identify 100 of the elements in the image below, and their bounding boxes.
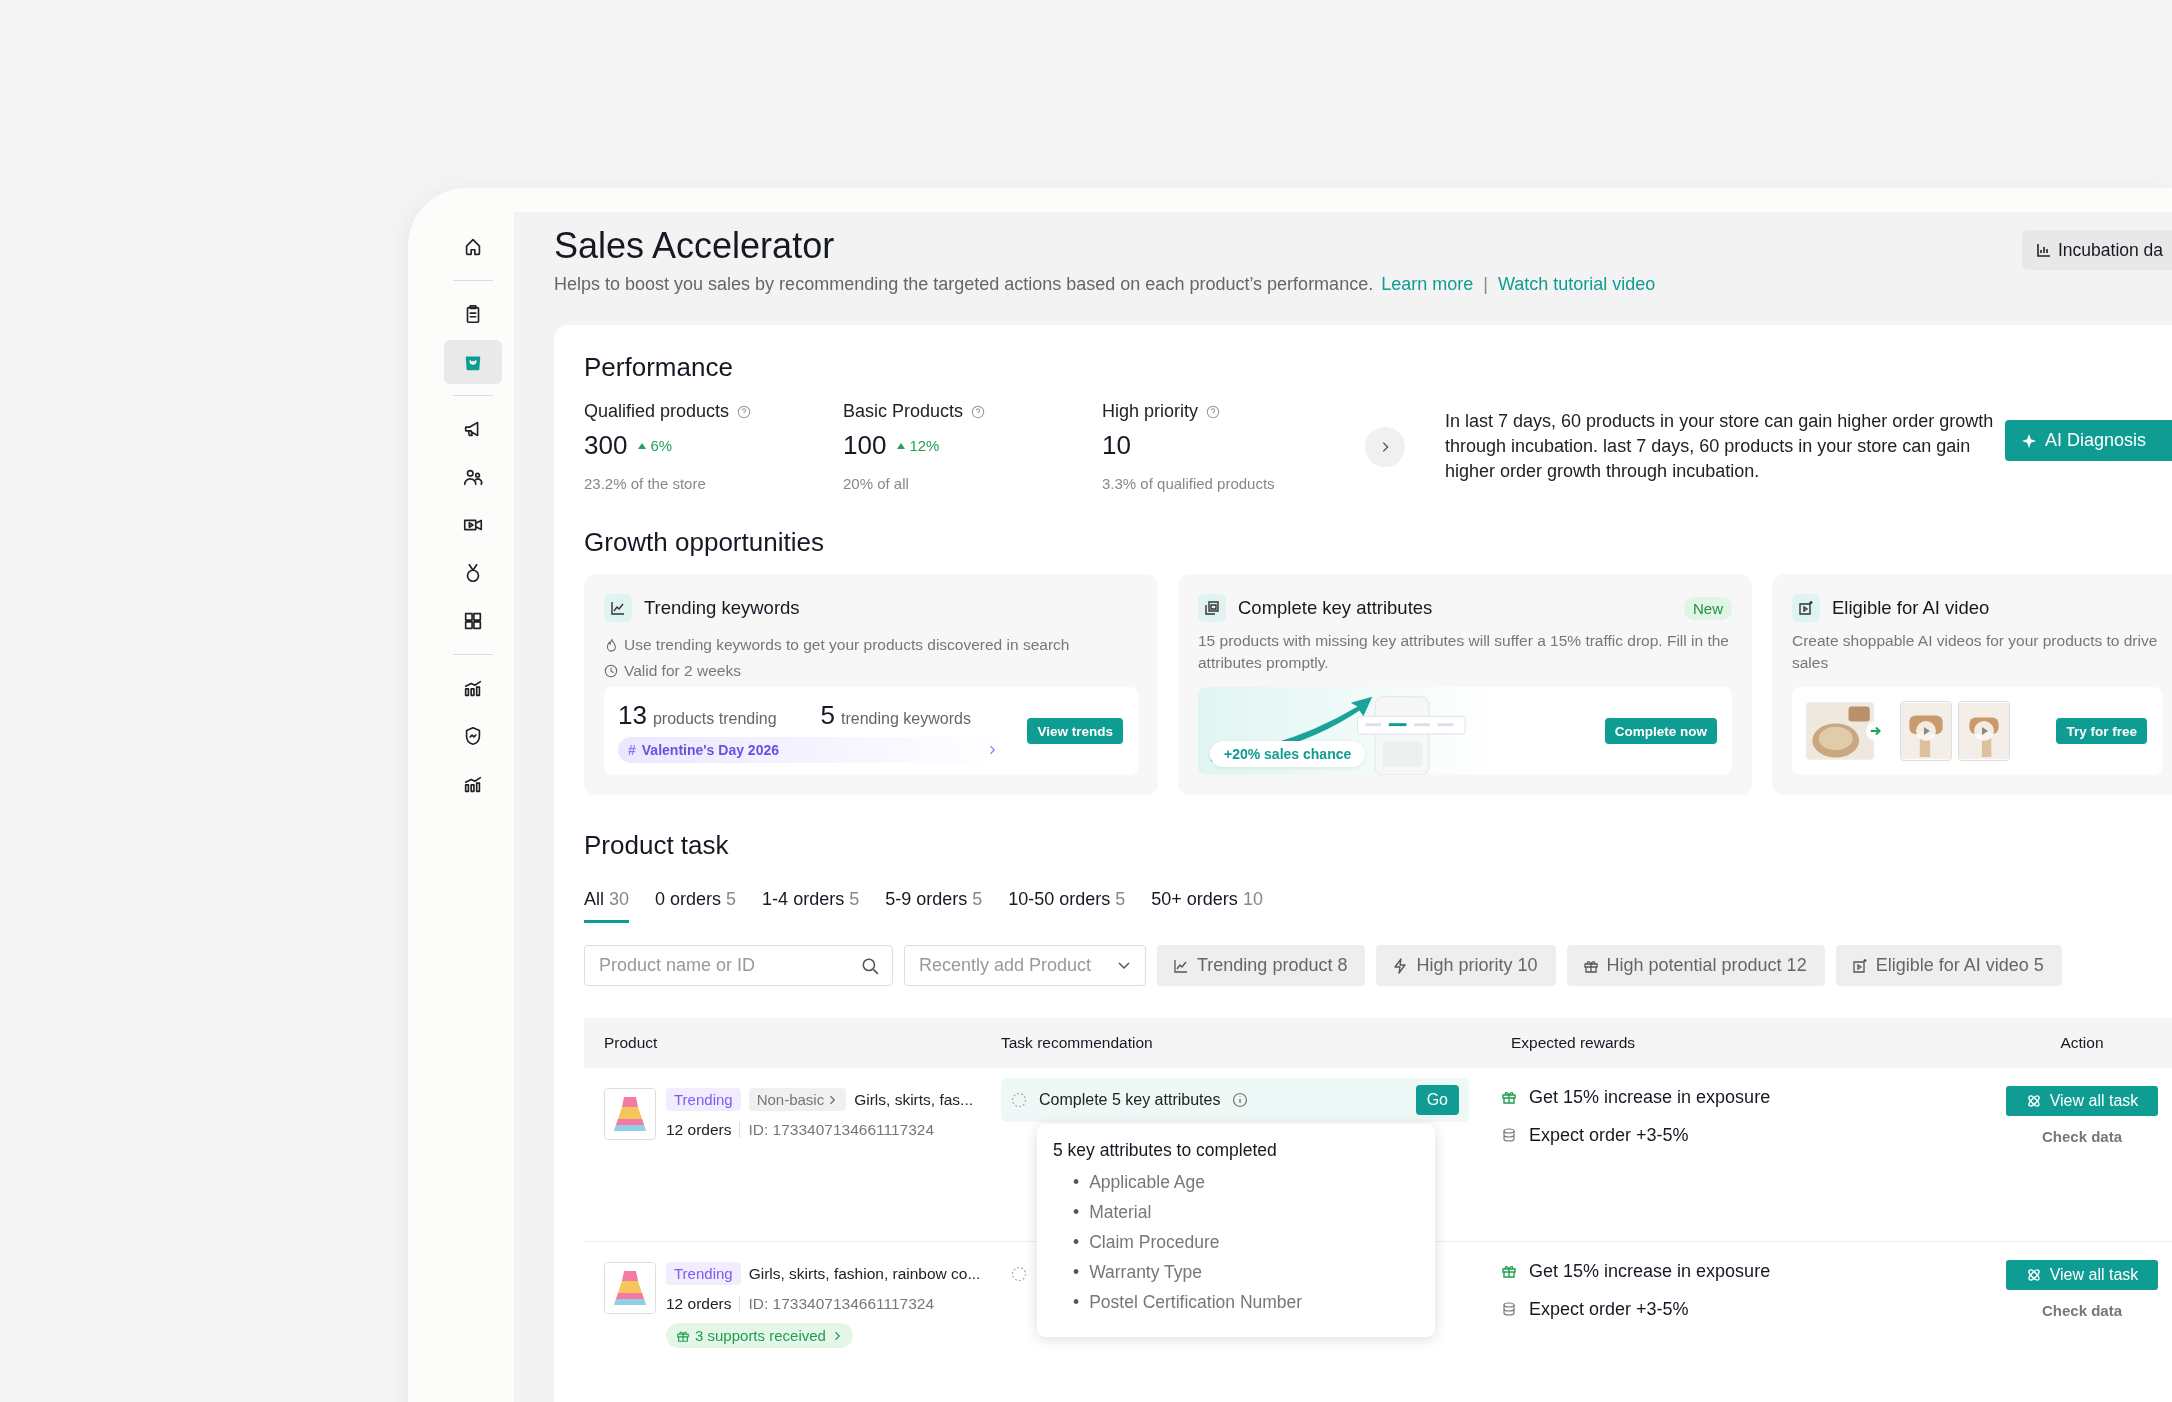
section-title: Product task: [584, 829, 730, 862]
metric-label: Basic Products: [843, 401, 964, 422]
metric-label: High priority: [1102, 401, 1199, 422]
metric-change: 6%: [650, 437, 673, 454]
gift-icon: [1501, 1089, 1517, 1105]
tooltip-title: 5 key attributes to completed: [1053, 1140, 1278, 1161]
card-note: Valid for 2 weeks: [624, 661, 741, 681]
card-note: Use trending keywords to get your products discovered in search: [624, 635, 1070, 655]
attribute-item: Warranty Type: [1089, 1261, 1202, 1284]
coins-icon: [1501, 1127, 1517, 1143]
view-all-task-button[interactable]: View all task: [2005, 1260, 2159, 1290]
help-icon[interactable]: [1206, 404, 1221, 419]
stat-value: 5: [820, 699, 836, 730]
go-button[interactable]: Go: [1415, 1085, 1459, 1115]
grid-icon: [462, 610, 484, 632]
bullet: •: [1073, 1291, 1080, 1314]
attribute-item: Postel Certification Number: [1089, 1291, 1303, 1314]
order-tab[interactable]: 50+ orders 10: [1151, 883, 1263, 923]
metric-value: 100: [843, 430, 887, 461]
column-header: Task recommendation: [1001, 1034, 1154, 1052]
incubation-button[interactable]: Incubation da: [2022, 230, 2172, 270]
tutorial-link[interactable]: Watch tutorial video: [1497, 274, 1656, 295]
video-icon: [1851, 957, 1868, 974]
reward-text: Expect order +3-5%: [1529, 1124, 1689, 1146]
order-tab[interactable]: 5-9 orders 5: [885, 883, 983, 923]
order-count: 12 orders: [666, 1295, 732, 1313]
attribute-item: Claim Procedure: [1089, 1231, 1220, 1254]
complete-now-button[interactable]: Complete now: [1604, 718, 1717, 744]
card-title: Eligible for AI video: [1832, 597, 1990, 619]
filter-chip[interactable]: Eligible for AI video 5: [1835, 945, 2062, 986]
metric-change: 12%: [909, 437, 940, 454]
metric-note: 3.3% of qualified products: [1102, 475, 1276, 492]
order-count: 12 orders: [666, 1121, 732, 1139]
play-icon[interactable]: [1974, 721, 1994, 741]
metric-value: 10: [1102, 430, 1131, 461]
column-header: Product: [603, 1034, 659, 1052]
stat-label: trending keywords: [841, 709, 971, 727]
order-tab[interactable]: 1-4 orders 5: [762, 883, 860, 923]
order-tab[interactable]: 10-50 orders 5: [1008, 883, 1126, 923]
card-title: Complete key attributes: [1238, 597, 1433, 619]
search-icon[interactable]: [861, 957, 879, 975]
column-header: Expected rewards: [1510, 1034, 1637, 1052]
help-icon[interactable]: [971, 404, 986, 419]
learn-more-link[interactable]: Learn more: [1381, 274, 1474, 295]
try-for-free-button[interactable]: Try for free: [2056, 718, 2147, 744]
check-data-link[interactable]: Check data: [2041, 1302, 2122, 1319]
attribute-item: Applicable Age: [1089, 1171, 1205, 1194]
bullet: •: [1073, 1231, 1080, 1254]
bullet: •: [1073, 1201, 1080, 1224]
reward-text: Get 15% increase in exposure: [1529, 1086, 1771, 1108]
sales-chance-label: +20% sales chance: [1210, 741, 1366, 767]
sparkle-icon: [2021, 432, 2037, 449]
metric-note: 20% of all: [843, 475, 910, 492]
filter-chip[interactable]: High priority 10: [1376, 945, 1556, 986]
supports-badge[interactable]: 3 supports received: [666, 1323, 853, 1348]
atom-icon: [2025, 1093, 2042, 1109]
trending-tag: Trending: [666, 1088, 741, 1111]
order-tab[interactable]: All 30: [584, 883, 630, 923]
gift-icon: [1501, 1263, 1517, 1279]
page-title: Sales Accelerator: [554, 224, 836, 268]
view-all-task-button[interactable]: View all task: [2005, 1086, 2159, 1116]
search-field[interactable]: Product name or ID: [584, 945, 893, 986]
check-data-link[interactable]: Check data: [2041, 1128, 2122, 1145]
section-title: Growth opportunities: [584, 526, 825, 559]
help-icon[interactable]: [737, 404, 752, 419]
page-subtitle: Helps to boost you sales by recommending the targeted actions based on each product’s performance.: [554, 274, 1374, 295]
metric-note: 23.2% of the store: [584, 475, 707, 492]
play-icon[interactable]: [1916, 721, 1936, 741]
stat-value: 13: [618, 699, 647, 730]
sort-dropdown[interactable]: Recently add Product: [904, 945, 1146, 986]
filter-chip[interactable]: High potential product 12: [1566, 945, 1825, 986]
section-title: Performance: [584, 351, 734, 384]
card-title: Trending keywords: [644, 597, 800, 619]
card-description: 15 products with missing key attributes will suffer a 15% traffic drop. Fill in the attributes promptly.: [1198, 631, 1730, 673]
dashed-circle-icon: [1011, 1266, 1027, 1282]
info-icon[interactable]: [1232, 1092, 1249, 1108]
trending-tag: Trending: [666, 1262, 741, 1285]
coins-icon: [1501, 1301, 1517, 1317]
column-header: Action: [2059, 1034, 2105, 1052]
flame-icon: [604, 638, 618, 652]
trend-chart-icon: [1173, 957, 1189, 974]
bar-chart-icon: [2036, 242, 2052, 258]
stat-label: products trending: [652, 709, 777, 727]
product-id: ID: 1733407134661117324: [748, 1121, 935, 1139]
clock-icon: [604, 664, 618, 678]
product-name: Girls, skirts, fashion, rainbow co...: [748, 1264, 981, 1283]
reward-text: Get 15% increase in exposure: [1529, 1260, 1771, 1282]
metric-label: Qualified products: [584, 401, 730, 422]
view-trends-button[interactable]: View trends: [1027, 718, 1123, 744]
atom-icon: [2025, 1267, 2042, 1283]
product-id: ID: 1733407134661117324: [748, 1295, 935, 1313]
attribute-item: Material: [1089, 1201, 1152, 1224]
new-badge: New: [1684, 596, 1732, 620]
category-tag[interactable]: Non-basic: [748, 1088, 847, 1111]
card-description: Create shoppable AI videos for your products to drive sales: [1792, 631, 2159, 673]
ai-diagnosis-button[interactable]: AI Diagnosis: [2005, 420, 2172, 461]
card-icon: [1198, 594, 1226, 622]
filter-chip[interactable]: Trending product 8: [1157, 945, 1366, 986]
order-tab[interactable]: 0 orders 5: [655, 883, 737, 923]
bullet: •: [1073, 1171, 1080, 1194]
